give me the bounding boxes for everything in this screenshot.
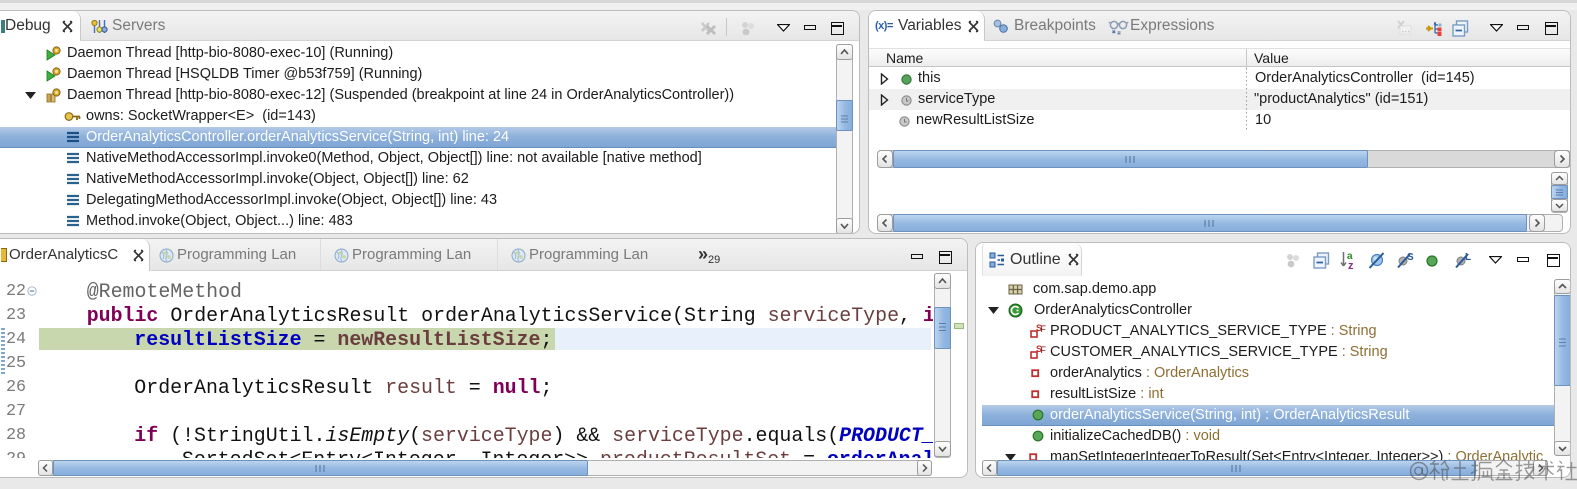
svg-text:S: S (1407, 252, 1414, 263)
svg-text:F: F (1041, 324, 1047, 334)
svg-text:F: F (1041, 345, 1047, 355)
svg-text:z: z (1348, 260, 1354, 270)
svg-text:L: L (1465, 252, 1471, 263)
